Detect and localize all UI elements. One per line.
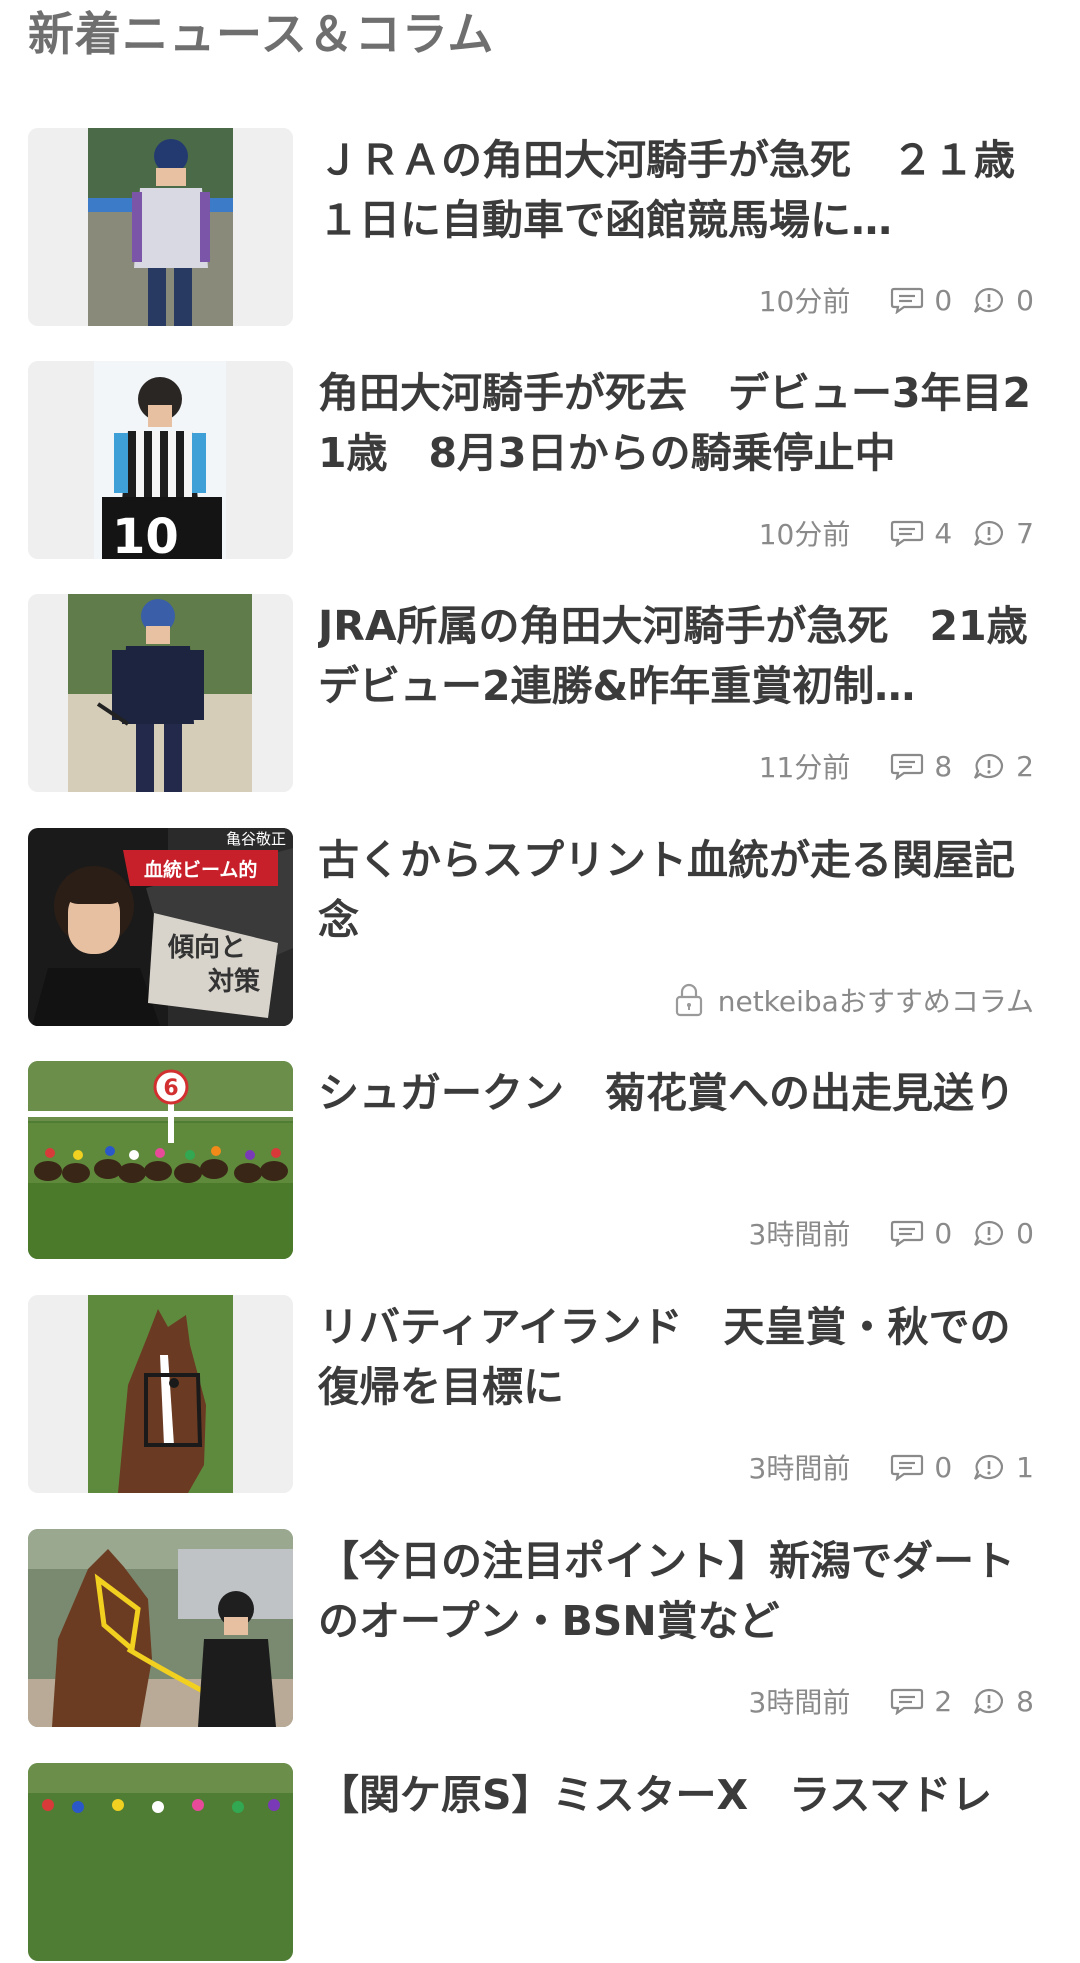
report-count-value: 7 [1016,516,1034,550]
comment-count-value: 2 [934,1684,953,1718]
section-title: 新着ニュース＆コラム [28,7,495,61]
news-headline[interactable]: 【今日の注目ポイント】新潟でダートのオープン・BSN賞など [318,1531,1048,1651]
news-time: 3時間前 [748,1452,851,1485]
column-topic-line1: 傾向と [167,932,246,963]
news-thumbnail [28,1295,293,1493]
news-meta: 3時間前 0 1 [748,1449,1034,1486]
news-meta: 10分前 0 0 [758,282,1034,319]
column-series: 血統ビーム的 [144,858,257,881]
news-item[interactable]: 10 角田大河騎手が死去 デビュー3年目21歳 8月3日からの騎乗停止中 10分… [0,361,1080,561]
bib-number: 10 [112,509,179,559]
comment-icon [891,1220,924,1247]
alert-bubble-icon [974,1220,1004,1246]
column-topic-line2: 対策 [208,966,260,997]
report-count[interactable]: 2 [972,750,1034,783]
alert-bubble-icon [974,1688,1004,1714]
news-time: 10分前 [758,285,851,318]
news-time: 11分前 [758,751,851,784]
news-thumbnail: 6 [28,1061,293,1259]
report-count-value: 8 [1016,1684,1034,1718]
pole-number: 6 [163,1076,178,1101]
news-item[interactable]: 【関ケ原S】ミスターX ラスマドレ [0,1763,1080,1963]
column-item[interactable]: 亀谷敬正 血統ビーム的 傾向と 対策 古くからスプリント血統が走る関屋記念 ne… [0,828,1080,1028]
news-thumbnail [28,1763,293,1961]
comment-icon [891,1454,924,1481]
comment-icon [891,753,924,780]
comment-count-value: 0 [934,1450,953,1484]
news-item[interactable]: JRA所属の角田大河騎手が急死 21歳 デビュー2連勝&昨年重賞初制… 11分前… [0,594,1080,794]
comment-count[interactable]: 4 [890,517,952,550]
news-item[interactable]: 【今日の注目ポイント】新潟でダートのオープン・BSN賞など 3時間前 2 8 [0,1529,1080,1729]
report-count[interactable]: 8 [972,1685,1034,1718]
report-count-value: 2 [1016,749,1034,783]
report-count-value: 0 [1016,1216,1034,1250]
comment-icon [891,287,924,314]
comment-count-value: 0 [934,1216,953,1250]
news-headline[interactable]: 角田大河騎手が死去 デビュー3年目21歳 8月3日からの騎乗停止中 [318,363,1048,483]
column-meta: netkeibaおすすめコラム [674,982,1034,1018]
news-thumbnail [28,594,293,792]
comment-count[interactable]: 2 [890,1685,952,1718]
comment-count-value: 4 [934,516,953,550]
news-headline[interactable]: 【関ケ原S】ミスターX ラスマドレ [318,1765,1048,1825]
news-headline[interactable]: ＪＲＡの角田大河騎手が急死 ２１歳 １日に自動車で函館競馬場に… [318,130,1048,250]
news-meta: 10分前 4 7 [758,515,1034,552]
report-count-value: 0 [1016,283,1034,317]
report-count[interactable]: 1 [972,1451,1034,1484]
news-headline[interactable]: シュガークン 菊花賞への出走見送り [318,1063,1048,1123]
alert-bubble-icon [974,1454,1004,1480]
news-headline[interactable]: JRA所属の角田大河騎手が急死 21歳 デビュー2連勝&昨年重賞初制… [318,596,1048,716]
news-time: 10分前 [758,518,851,551]
comment-count[interactable]: 0 [890,1217,952,1250]
news-time: 3時間前 [748,1686,851,1719]
column-author: 亀谷敬正 [226,830,286,848]
lock-icon [675,983,702,1017]
report-count[interactable]: 0 [972,284,1034,317]
comment-count[interactable]: 0 [890,1451,952,1484]
report-count[interactable]: 0 [972,1217,1034,1250]
news-time: 3時間前 [748,1218,851,1251]
news-item[interactable]: ＪＲＡの角田大河騎手が急死 ２１歳 １日に自動車で函館競馬場に… 10分前 0 … [0,128,1080,328]
news-thumbnail [28,1529,293,1727]
alert-bubble-icon [974,753,1004,779]
column-thumbnail: 亀谷敬正 血統ビーム的 傾向と 対策 [28,828,293,1026]
news-meta: 3時間前 2 8 [748,1683,1034,1720]
comment-count[interactable]: 8 [890,750,952,783]
news-thumbnail: 10 [28,361,293,559]
comment-count-value: 8 [934,749,953,783]
news-headline[interactable]: リバティアイランド 天皇賞・秋での復帰を目標に [318,1297,1048,1417]
comment-count-value: 0 [934,283,953,317]
comment-count[interactable]: 0 [890,284,952,317]
news-item[interactable]: 6 シュガークン 菊花賞への出走見送り 3時間前 0 0 [0,1061,1080,1261]
news-headline[interactable]: 古くからスプリント血統が走る関屋記念 [318,830,1048,950]
report-count-value: 1 [1016,1450,1034,1484]
alert-bubble-icon [974,520,1004,546]
news-meta: 11分前 8 2 [758,748,1034,785]
column-source: netkeibaおすすめコラム [717,985,1034,1018]
news-thumbnail [28,128,293,326]
report-count[interactable]: 7 [972,517,1034,550]
news-meta: 3時間前 0 0 [748,1215,1034,1252]
comment-icon [891,520,924,547]
alert-bubble-icon [974,287,1004,313]
news-item[interactable]: リバティアイランド 天皇賞・秋での復帰を目標に 3時間前 0 1 [0,1295,1080,1495]
comment-icon [891,1688,924,1715]
